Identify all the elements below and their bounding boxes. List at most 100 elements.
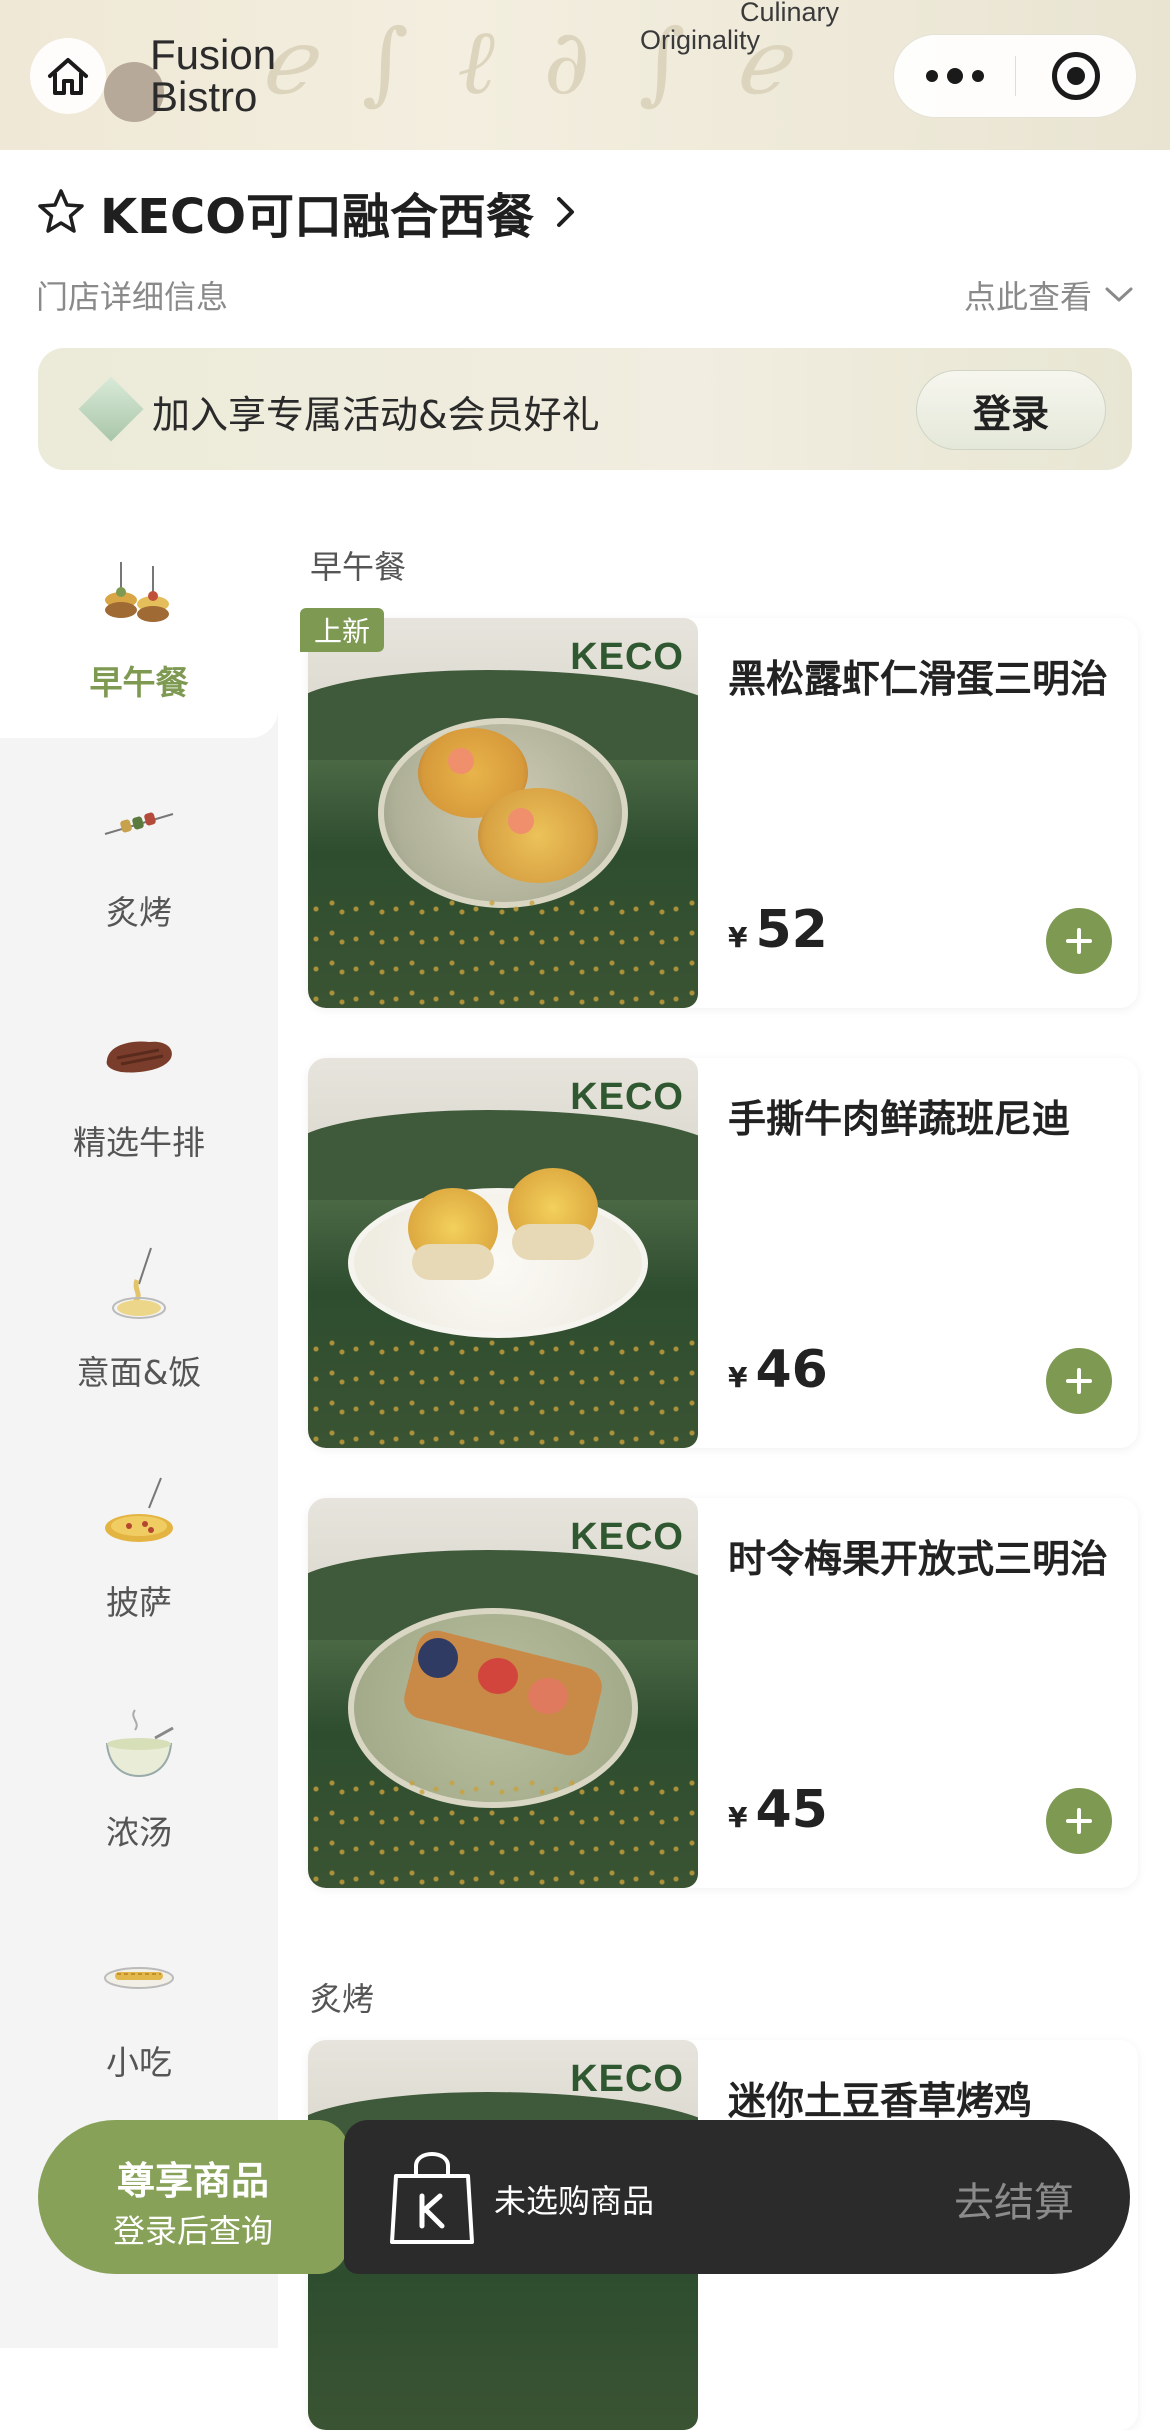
add-to-cart-button[interactable] [1046, 1788, 1112, 1854]
banner-tagline: Culinary Originality [640, 0, 839, 54]
section-title-brunch: 早午餐 [310, 548, 407, 586]
cart-empty-label: 未选购商品 [494, 2182, 655, 2220]
price-value: 52 [755, 900, 828, 960]
new-badge: 上新 [300, 608, 384, 652]
logo-wordmark: Fusion Bistro [150, 34, 276, 118]
product-image: KECO [308, 1058, 698, 1448]
logo-line1: Fusion [150, 31, 277, 78]
plate [348, 1188, 648, 1338]
target-icon [1052, 52, 1100, 100]
tagline-line2: Originality [640, 25, 761, 55]
category-soup[interactable]: 浓汤 [0, 1658, 278, 1888]
product-image-brand: KECO [570, 636, 684, 678]
more-dot [971, 70, 984, 82]
muffin [512, 1224, 594, 1260]
add-to-cart-button[interactable] [1046, 1348, 1112, 1414]
home-button[interactable] [30, 38, 106, 114]
category-label: 精选牛排 [73, 1123, 205, 1162]
shrimp [508, 808, 534, 834]
category-grill[interactable]: 炙烤 [0, 738, 278, 968]
product-image: KECO [308, 1498, 698, 1888]
product-name: 迷你土豆香草烤鸡 [728, 2079, 1033, 2123]
add-to-cart-button[interactable] [1046, 908, 1112, 974]
product-image-brand: KECO [570, 1516, 684, 1558]
category-steak[interactable]: 精选牛排 [0, 968, 278, 1198]
price-currency: ¥ [728, 1801, 748, 1834]
product-name: 手撕牛肉鲜蔬班尼迪 [728, 1097, 1071, 1141]
store-detail-label: 门店详细信息 [36, 278, 229, 316]
soup-bowl-icon [105, 1709, 174, 1778]
premium-products-button[interactable]: 尊享商品 登录后查询 [38, 2120, 348, 2274]
view-details-label: 点此查看 [963, 278, 1092, 316]
product-image-brand: KECO [570, 1076, 684, 1118]
shrimp [448, 748, 474, 774]
more-menu-button[interactable] [894, 35, 1015, 117]
membership-banner[interactable]: 加入享专属活动&会员好礼 登录 [38, 348, 1132, 470]
category-sidebar: 早午餐 炙烤 精选牛排 意面&饭 披萨 浓汤 小吃 [0, 508, 278, 2348]
view-details-button[interactable]: 点此查看 [964, 272, 1134, 318]
tagline-line1: Culinary [740, 0, 840, 27]
chevron-right-icon [557, 197, 575, 227]
category-snack[interactable]: 小吃 [0, 1888, 278, 2118]
miniprogram-capsule [893, 34, 1137, 118]
berry [478, 1658, 518, 1694]
snack-icon [104, 1967, 174, 1989]
price-value: 45 [755, 1780, 828, 1840]
product-price: ¥ 45 [728, 1780, 828, 1840]
more-dots-icon [925, 70, 938, 82]
premium-subtitle: 登录后查询 [112, 2212, 273, 2250]
image-mountain [308, 1110, 698, 1200]
category-label: 披萨 [106, 1583, 172, 1622]
image-flowers [308, 1768, 698, 1888]
header-banner: ℯ ∫ ℓ ∂ ∫ ℯ Culinary Originality Fusion … [0, 0, 1170, 150]
product-name: 时令梅果开放式三明治 [728, 1537, 1109, 1581]
home-icon [48, 58, 88, 95]
store-name: KECO可口融合西餐 [100, 189, 535, 245]
product-image-brand: KECO [570, 2058, 684, 2100]
pizza-icon [105, 1477, 173, 1542]
premium-title: 尊享商品 [116, 2159, 269, 2203]
more-dot [946, 68, 963, 84]
price-currency: ¥ [728, 921, 748, 954]
product-price: ¥ 52 [728, 900, 828, 960]
login-button[interactable]: 登录 [916, 370, 1106, 450]
star-icon[interactable] [36, 187, 86, 237]
image-flowers [308, 1328, 698, 1448]
category-pasta-rice[interactable]: 意面&饭 [0, 1198, 278, 1428]
category-brunch[interactable]: 早午餐 [0, 508, 278, 738]
brunch-skewer-icon [105, 562, 169, 622]
plus-icon [1066, 1368, 1092, 1394]
food-piece [478, 788, 598, 883]
category-label: 小吃 [106, 2043, 172, 2082]
chevron-down-icon [1105, 287, 1133, 302]
product-name: 黑松露虾仁滑蛋三明治 [728, 657, 1109, 701]
image-flowers [308, 888, 698, 1008]
price-currency: ¥ [728, 1361, 748, 1394]
target-dot [1067, 67, 1085, 85]
category-pizza[interactable]: 披萨 [0, 1428, 278, 1658]
shopping-bag-icon[interactable] [386, 2150, 478, 2246]
membership-text: 加入享专属活动&会员好礼 [152, 393, 600, 437]
cart-bar[interactable]: 未选购商品 去结算 [344, 2120, 1130, 2274]
pasta-icon [112, 1247, 166, 1319]
product-card[interactable]: KECO 时令梅果开放式三明治 ¥ 45 [308, 1498, 1138, 1888]
product-image: KECO [308, 618, 698, 1008]
diamond-icon [78, 376, 144, 442]
plus-icon [1066, 928, 1092, 954]
store-title-row[interactable]: KECO可口融合西餐 [36, 180, 578, 245]
skewer-icon [104, 812, 174, 835]
plus-icon [1066, 1808, 1092, 1834]
section-title-grill: 炙烤 [310, 1980, 375, 2018]
close-miniprogram-button[interactable] [1016, 52, 1136, 100]
muffin [412, 1244, 494, 1280]
steak-icon [106, 1041, 172, 1073]
product-card[interactable]: KECO 手撕牛肉鲜蔬班尼迪 ¥ 46 [308, 1058, 1138, 1448]
category-label: 意面&饭 [76, 1353, 202, 1392]
price-value: 46 [755, 1340, 828, 1400]
product-card[interactable]: KECO 黑松露虾仁滑蛋三明治 ¥ 52 [308, 618, 1138, 1008]
checkout-button[interactable]: 去结算 [954, 2170, 1074, 2228]
category-label: 炙烤 [106, 893, 172, 932]
product-price: ¥ 46 [728, 1340, 828, 1400]
category-label: 早午餐 [89, 663, 189, 702]
fig [528, 1678, 568, 1714]
